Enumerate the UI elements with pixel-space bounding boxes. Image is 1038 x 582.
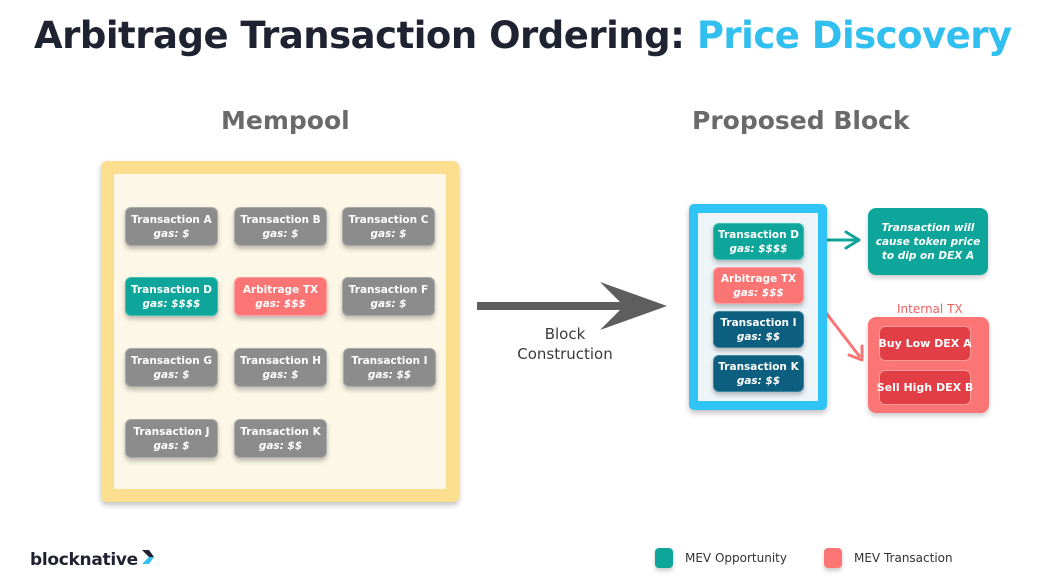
internal-tx-sell: Sell High DEX B [877,370,973,405]
block-construction-label: Block Construction [500,324,630,364]
legend-label: MEV Transaction [854,551,953,565]
legend-mev-transaction: MEV Transaction [824,548,953,568]
arrows-layer [477,230,864,362]
tx-gas: gas: $$$ [733,286,784,299]
note-text: Transaction will cause token price to di… [875,221,981,262]
block-tx: Transaction I gas: $$ [713,311,804,348]
legend-swatch-teal [655,548,673,568]
internal-tx-container: Buy Low DEX A Sell High DEX B [868,317,989,413]
proposed-block-area: Transaction D gas: $$$$ Arbitrage TX gas… [698,213,818,401]
legend-mev-opportunity: MEV Opportunity [655,548,787,568]
block-tx-mev-opportunity: Transaction D gas: $$$$ [713,223,804,260]
blocknative-logo: blocknative [30,549,155,570]
logo-text: blocknative [30,549,138,570]
block-tx-arbitrage: Arbitrage TX gas: $$$ [713,267,804,304]
tx-name: Transaction D [718,228,799,241]
price-dip-note: Transaction will cause token price to di… [868,208,988,275]
tx-name: Arbitrage TX [720,272,797,285]
logo-mark-icon [141,549,155,570]
tx-name: Transaction I [720,316,797,329]
tx-gas: gas: $$ [736,374,781,387]
tx-name: Transaction K [718,360,799,373]
internal-tx-buy: Buy Low DEX A [878,326,972,361]
block-tx: Transaction K gas: $$ [713,355,804,392]
block-construction-arrow [477,282,667,330]
proposed-block-container: Transaction D gas: $$$$ Arbitrage TX gas… [689,204,827,410]
tx-gas: gas: $$$$ [729,242,788,255]
construction-line-2: Construction [517,345,613,363]
construction-line-1: Block [544,325,586,343]
tx-gas: gas: $$ [736,330,781,343]
internal-tx-label: Internal TX [897,302,963,316]
legend-label: MEV Opportunity [685,551,787,565]
legend-swatch-coral [824,548,842,568]
